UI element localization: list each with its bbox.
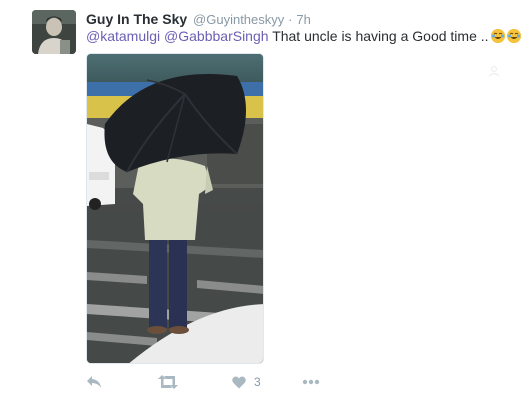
more-icon	[302, 379, 320, 385]
mention-link-katamulgi[interactable]: @katamulgi	[86, 28, 160, 44]
retweet-button[interactable]	[158, 373, 178, 391]
reply-button[interactable]	[86, 373, 102, 391]
reply-icon	[87, 376, 101, 388]
timestamp[interactable]: 7h	[296, 12, 310, 27]
like-count: 3	[254, 375, 261, 389]
joy-emoji-icon	[490, 29, 505, 43]
separator-dot: ·	[288, 12, 293, 27]
tweet-text: @katamulgi @GabbbarSingh That uncle is h…	[86, 27, 521, 45]
tweet-photo[interactable]	[86, 53, 264, 364]
mention-link-gabbbarsingh[interactable]: @GabbbarSingh	[164, 28, 269, 44]
avatar[interactable]	[32, 10, 76, 54]
tweet-card: Guy In The Sky @Guyintheskyy · 7h @katam…	[0, 0, 525, 400]
more-button[interactable]	[302, 373, 320, 391]
display-name[interactable]: Guy In The Sky	[86, 11, 187, 27]
user-handle[interactable]: @Guyintheskyy	[193, 12, 284, 27]
heart-icon	[232, 375, 246, 388]
tweet-body: That uncle is having a Good time ..	[272, 28, 489, 44]
joy-emoji-icon	[506, 29, 521, 43]
follow-indicator-icon[interactable]	[488, 65, 500, 77]
tweet-actions: 3	[86, 373, 336, 393]
avatar-image	[32, 10, 76, 54]
tweet-photo-image	[87, 54, 263, 363]
retweet-icon	[158, 375, 178, 389]
like-button[interactable]: 3	[232, 373, 261, 391]
